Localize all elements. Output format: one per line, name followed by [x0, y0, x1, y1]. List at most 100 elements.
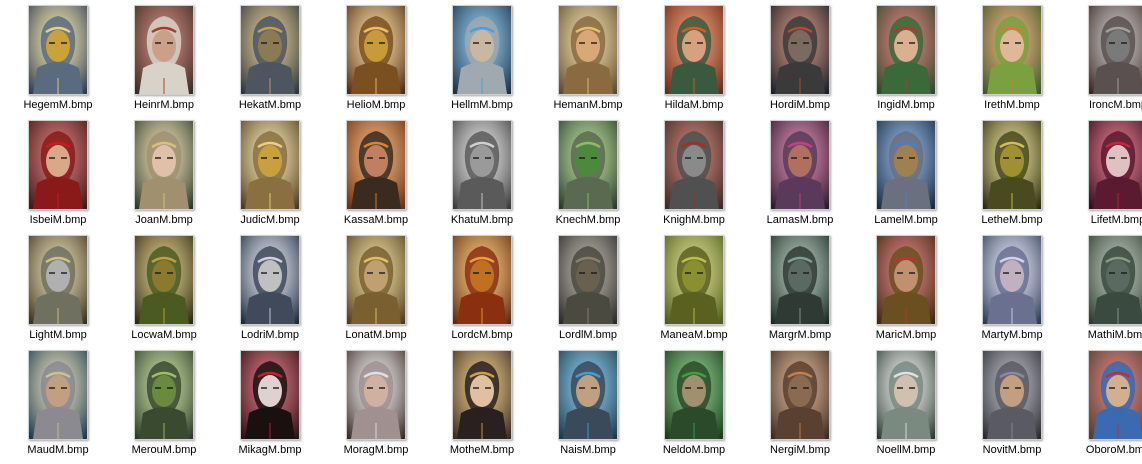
file-thumbnail[interactable] — [134, 5, 194, 95]
file-thumbnail[interactable] — [982, 120, 1042, 210]
portrait-image — [29, 351, 87, 439]
file-item[interactable]: NaisM.bmp — [535, 345, 641, 460]
file-item[interactable]: HildaM.bmp — [641, 0, 747, 115]
file-item[interactable]: HekatM.bmp — [217, 0, 323, 115]
file-thumbnail[interactable] — [452, 120, 512, 210]
file-item[interactable]: LightM.bmp — [5, 230, 111, 345]
file-item[interactable]: KnighM.bmp — [641, 115, 747, 230]
file-grid: HegemM.bmp HeinrM.bmp HekatM.bmp HelioM.bmp… — [0, 0, 1142, 464]
file-item[interactable]: HelioM.bmp — [323, 0, 429, 115]
file-thumbnail[interactable] — [770, 235, 830, 325]
file-item[interactable]: LamasM.bmp — [747, 115, 853, 230]
file-item[interactable]: NergiM.bmp — [747, 345, 853, 460]
file-item[interactable]: OboroM.bmp — [1065, 345, 1142, 460]
file-item[interactable]: MargrM.bmp — [747, 230, 853, 345]
file-item[interactable]: KhatuM.bmp — [429, 115, 535, 230]
file-name: IsbeiM.bmp — [29, 214, 87, 226]
file-name: HelioM.bmp — [346, 99, 406, 111]
file-thumbnail[interactable] — [346, 350, 406, 440]
file-item[interactable]: LetheM.bmp — [959, 115, 1065, 230]
file-thumbnail[interactable] — [240, 5, 300, 95]
file-thumbnail[interactable] — [28, 350, 88, 440]
file-item[interactable]: IroncM.bmp — [1065, 0, 1142, 115]
file-thumbnail[interactable] — [1088, 5, 1142, 95]
file-thumbnail[interactable] — [1088, 350, 1142, 440]
file-thumbnail[interactable] — [134, 350, 194, 440]
file-thumbnail[interactable] — [452, 235, 512, 325]
file-thumbnail[interactable] — [664, 235, 724, 325]
file-item[interactable]: IsbeiM.bmp — [5, 115, 111, 230]
portrait-image — [983, 121, 1041, 209]
file-name: KassaM.bmp — [343, 214, 409, 226]
file-item[interactable]: KnechM.bmp — [535, 115, 641, 230]
file-thumbnail[interactable] — [664, 350, 724, 440]
file-item[interactable]: IrethM.bmp — [959, 0, 1065, 115]
file-thumbnail[interactable] — [452, 350, 512, 440]
file-item[interactable]: HellmM.bmp — [429, 0, 535, 115]
file-item[interactable]: JudicM.bmp — [217, 115, 323, 230]
file-item[interactable]: MotheM.bmp — [429, 345, 535, 460]
file-thumbnail[interactable] — [240, 350, 300, 440]
file-thumbnail[interactable] — [770, 350, 830, 440]
file-thumbnail[interactable] — [134, 120, 194, 210]
file-thumbnail[interactable] — [134, 235, 194, 325]
file-name: HellmM.bmp — [451, 99, 513, 111]
file-item[interactable]: MathiM.bmp — [1065, 230, 1142, 345]
file-thumbnail[interactable] — [876, 5, 936, 95]
file-item[interactable]: MaricM.bmp — [853, 230, 959, 345]
file-thumbnail[interactable] — [558, 235, 618, 325]
file-thumbnail[interactable] — [28, 5, 88, 95]
file-name: MartyM.bmp — [981, 329, 1043, 341]
file-thumbnail[interactable] — [770, 120, 830, 210]
file-item[interactable]: KassaM.bmp — [323, 115, 429, 230]
file-item[interactable]: JoanM.bmp — [111, 115, 217, 230]
file-thumbnail[interactable] — [770, 5, 830, 95]
file-thumbnail[interactable] — [982, 5, 1042, 95]
file-thumbnail[interactable] — [452, 5, 512, 95]
file-thumbnail[interactable] — [28, 120, 88, 210]
file-thumbnail[interactable] — [664, 5, 724, 95]
file-item[interactable]: MerouM.bmp — [111, 345, 217, 460]
file-item[interactable]: LodriM.bmp — [217, 230, 323, 345]
file-item[interactable]: ManeaM.bmp — [641, 230, 747, 345]
file-thumbnail[interactable] — [876, 350, 936, 440]
file-thumbnail[interactable] — [876, 235, 936, 325]
file-thumbnail[interactable] — [558, 5, 618, 95]
file-item[interactable]: LifetM.bmp — [1065, 115, 1142, 230]
file-item[interactable]: MikagM.bmp — [217, 345, 323, 460]
file-item[interactable]: NoellM.bmp — [853, 345, 959, 460]
file-item[interactable]: HeinrM.bmp — [111, 0, 217, 115]
file-item[interactable]: HordiM.bmp — [747, 0, 853, 115]
file-thumbnail[interactable] — [558, 120, 618, 210]
portrait-image — [771, 6, 829, 94]
file-thumbnail[interactable] — [346, 120, 406, 210]
file-thumbnail[interactable] — [28, 235, 88, 325]
file-thumbnail[interactable] — [558, 350, 618, 440]
file-item[interactable]: MartyM.bmp — [959, 230, 1065, 345]
file-thumbnail[interactable] — [240, 120, 300, 210]
file-item[interactable]: LamelM.bmp — [853, 115, 959, 230]
file-thumbnail[interactable] — [982, 235, 1042, 325]
file-thumbnail[interactable] — [346, 235, 406, 325]
file-item[interactable]: MaudM.bmp — [5, 345, 111, 460]
portrait-image — [453, 351, 511, 439]
file-item[interactable]: LordlM.bmp — [535, 230, 641, 345]
file-thumbnail[interactable] — [346, 5, 406, 95]
file-item[interactable]: MoragM.bmp — [323, 345, 429, 460]
file-thumbnail[interactable] — [982, 350, 1042, 440]
file-thumbnail[interactable] — [664, 120, 724, 210]
file-item[interactable]: LonatM.bmp — [323, 230, 429, 345]
file-item[interactable]: NeldoM.bmp — [641, 345, 747, 460]
file-name: MargrM.bmp — [768, 329, 832, 341]
file-thumbnail[interactable] — [1088, 235, 1142, 325]
file-item[interactable]: LordcM.bmp — [429, 230, 535, 345]
file-name: LamelM.bmp — [874, 214, 938, 226]
file-thumbnail[interactable] — [876, 120, 936, 210]
file-item[interactable]: HemanM.bmp — [535, 0, 641, 115]
file-item[interactable]: LocwaM.bmp — [111, 230, 217, 345]
file-item[interactable]: NovitM.bmp — [959, 345, 1065, 460]
file-item[interactable]: IngidM.bmp — [853, 0, 959, 115]
file-item[interactable]: HegemM.bmp — [5, 0, 111, 115]
file-thumbnail[interactable] — [1088, 120, 1142, 210]
file-thumbnail[interactable] — [240, 235, 300, 325]
